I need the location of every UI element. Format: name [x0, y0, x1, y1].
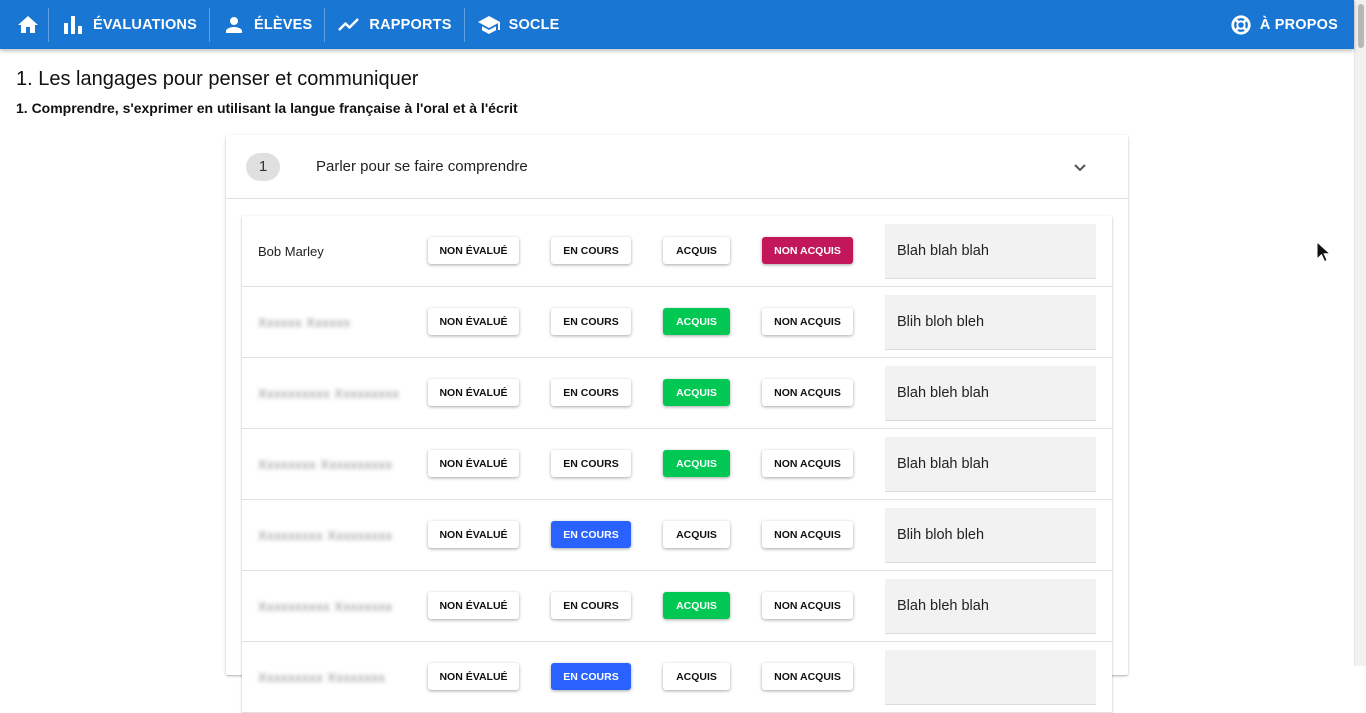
comment-field[interactable]: Blih bloh bleh — [885, 508, 1096, 563]
skill-panel: 1 Parler pour se faire comprendre Bob Ma… — [226, 135, 1128, 713]
status-en-cours-button[interactable]: En cours — [551, 379, 631, 406]
student-row: Xxxxxxxxxx Xxxxxxxxx Non évalué En cours Ac… — [242, 358, 1112, 429]
app-bar: Évaluations Élèves Rapports Socle À prop… — [0, 0, 1354, 49]
status-en-cours-button[interactable]: En cours — [551, 450, 631, 477]
student-row: Xxxxxxxx Xxxxxxxxxx Non évalué En cours Acq… — [242, 429, 1112, 500]
student-row: Xxxxxxxxx Xxxxxxxx Non évalué En cours Acqu… — [242, 642, 1112, 713]
comment-field[interactable] — [885, 650, 1096, 705]
student-name: Xxxxxxxxx Xxxxxxxx — [258, 669, 386, 685]
status-non-acquis-button[interactable]: Non acquis — [762, 379, 853, 406]
status-non-acquis-button[interactable]: Non acquis — [762, 450, 853, 477]
nav-socle-label: Socle — [508, 16, 560, 33]
trending-up-icon — [337, 13, 361, 37]
student-name: Xxxxxxxxx Xxxxxxxxx — [258, 527, 393, 543]
comment-field[interactable]: Blih bloh bleh — [885, 295, 1096, 350]
status-non-acquis-button[interactable]: Non acquis — [762, 592, 853, 619]
status-en-cours-button[interactable]: En cours — [551, 308, 631, 335]
student-name: Xxxxxxxxxx Xxxxxxxxx — [258, 385, 400, 401]
status-non-acquis-button[interactable]: Non acquis — [762, 237, 853, 264]
status-en-cours-button[interactable]: En cours — [551, 592, 631, 619]
student-row: Xxxxxxxxx Xxxxxxxxx Non évalué En cours Acq… — [242, 500, 1112, 571]
nav-about-label: À propos — [1259, 16, 1338, 33]
nav-evaluations-label: Évaluations — [93, 16, 197, 33]
bar-chart-icon — [61, 13, 85, 37]
skill-title: Parler pour se faire comprendre — [316, 158, 528, 175]
lifebuoy-icon — [1230, 14, 1252, 36]
status-en-cours-button[interactable]: En cours — [551, 521, 631, 548]
nav-about-button[interactable]: À propos — [1218, 2, 1354, 47]
status-non-evalue-button[interactable]: Non évalué — [428, 237, 519, 264]
student-name: Xxxxxxxx Xxxxxxxxxx — [258, 456, 393, 472]
student-name: Xxxxxx Xxxxxx — [258, 314, 351, 330]
mouse-cursor-icon — [1316, 240, 1332, 268]
scrollbar-thumb[interactable] — [1358, 4, 1364, 48]
status-non-evalue-button[interactable]: Non évalué — [428, 450, 519, 477]
status-non-evalue-button[interactable]: Non évalué — [428, 592, 519, 619]
status-acquis-button[interactable]: Acquis — [663, 592, 730, 619]
status-en-cours-button[interactable]: En cours — [551, 663, 631, 690]
nav-socle-button[interactable]: Socle — [465, 2, 572, 47]
home-icon — [16, 13, 40, 37]
status-non-acquis-button[interactable]: Non acquis — [762, 308, 853, 335]
status-acquis-button[interactable]: Acquis — [663, 237, 730, 264]
status-non-acquis-button[interactable]: Non acquis — [762, 521, 853, 548]
student-name: Xxxxxxxxxx Xxxxxxxx — [258, 598, 393, 614]
nav-rapports-label: Rapports — [369, 16, 452, 33]
comment-field[interactable]: Blah blah blah — [885, 437, 1096, 492]
status-non-evalue-button[interactable]: Non évalué — [428, 663, 519, 690]
nav-eleves-label: Élèves — [253, 16, 313, 33]
status-acquis-button[interactable]: Acquis — [663, 663, 730, 690]
nav-eleves-button[interactable]: Élèves — [210, 2, 324, 47]
page-title: 1. Les langages pour penser et communiqu… — [16, 68, 419, 90]
home-button[interactable] — [0, 2, 48, 47]
comment-field[interactable]: Blah blah blah — [885, 224, 1096, 279]
student-row: Xxxxxxxxxx Xxxxxxxx Non évalué En cours Acq… — [242, 571, 1112, 642]
page-scrollbar[interactable] — [1354, 0, 1366, 666]
status-acquis-button[interactable]: Acquis — [663, 450, 730, 477]
status-acquis-button[interactable]: Acquis — [663, 521, 730, 548]
comment-field[interactable]: Blah bleh blah — [885, 579, 1096, 634]
student-row: Xxxxxx Xxxxxx Non évalué En cours Acquis Non… — [242, 287, 1112, 358]
student-row: Bob Marley Non évalué En cours Acquis Non ac… — [242, 216, 1112, 287]
status-non-evalue-button[interactable]: Non évalué — [428, 379, 519, 406]
status-en-cours-button[interactable]: En cours — [551, 237, 631, 264]
status-acquis-button[interactable]: Acquis — [663, 308, 730, 335]
comment-field[interactable]: Blah bleh blah — [885, 366, 1096, 421]
nav-rapports-button[interactable]: Rapports — [325, 2, 463, 47]
nav-evaluations-button[interactable]: Évaluations — [49, 2, 209, 47]
status-acquis-button[interactable]: Acquis — [663, 379, 730, 406]
page-subtitle: 1. Comprendre, s'exprimer en utilisant l… — [16, 100, 518, 116]
status-non-evalue-button[interactable]: Non évalué — [428, 521, 519, 548]
skill-number-chip: 1 — [246, 152, 280, 181]
chevron-down-icon[interactable] — [1068, 155, 1092, 179]
student-name: Bob Marley — [258, 243, 324, 259]
student-list: Bob Marley Non évalué En cours Acquis Non ac… — [242, 216, 1112, 713]
status-non-evalue-button[interactable]: Non évalué — [428, 308, 519, 335]
school-icon — [477, 13, 501, 37]
person-icon — [222, 13, 246, 37]
skill-panel-header[interactable]: 1 Parler pour se faire comprendre — [226, 135, 1128, 199]
status-non-acquis-button[interactable]: Non acquis — [762, 663, 853, 690]
